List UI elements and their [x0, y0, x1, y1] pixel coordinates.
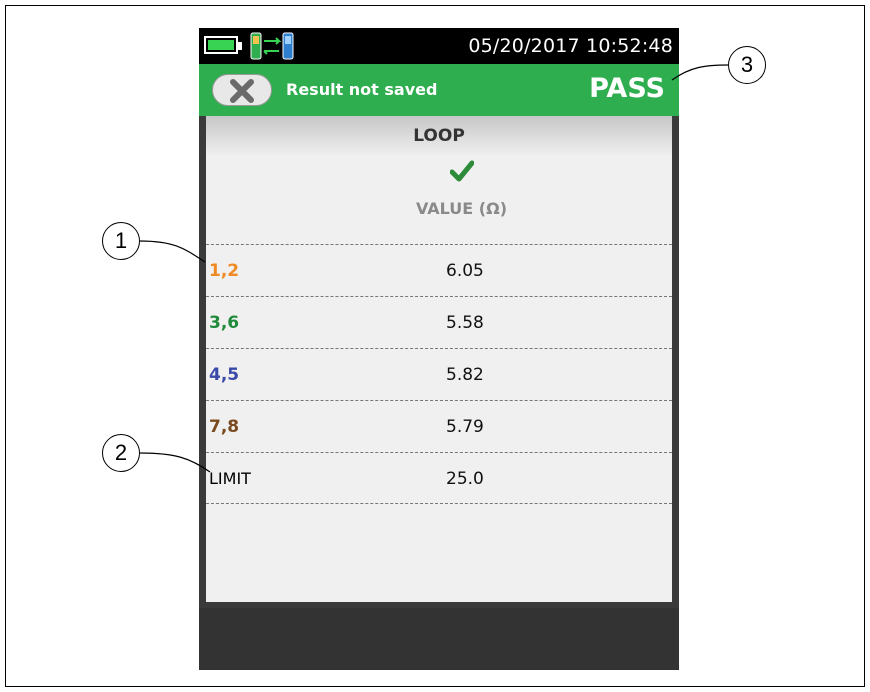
callout-leaders: [139, 64, 729, 473]
callout-2: 2: [102, 434, 140, 472]
callout-3: 3: [728, 46, 766, 84]
callout-1: 1: [102, 222, 140, 260]
